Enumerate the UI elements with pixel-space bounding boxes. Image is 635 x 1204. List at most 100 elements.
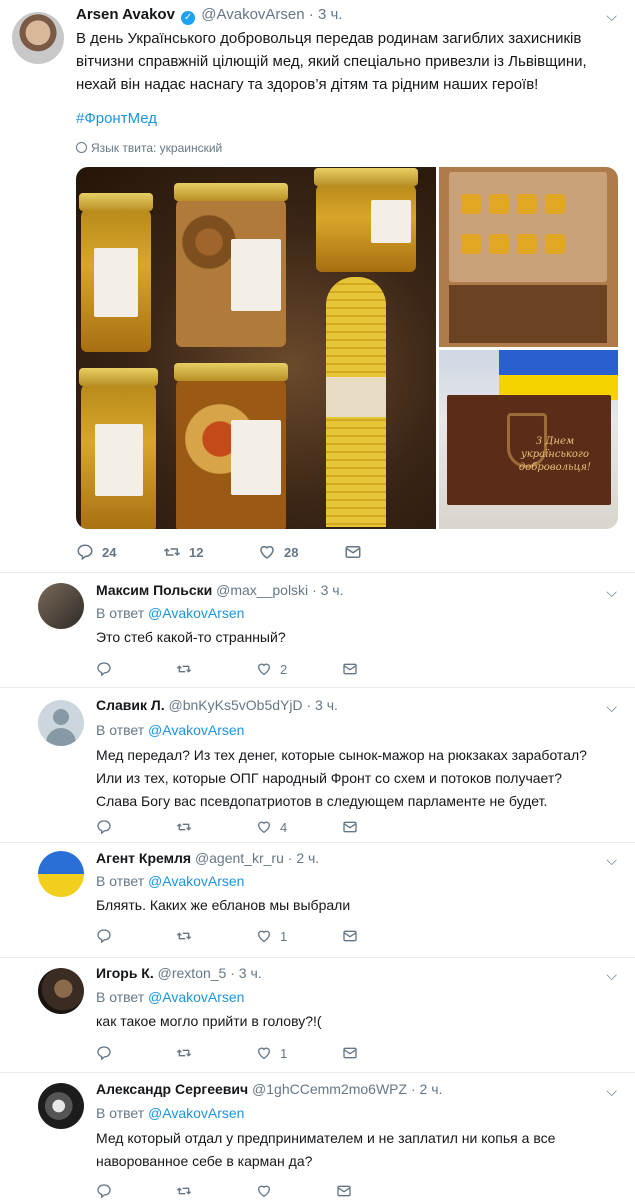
gift-box-photo[interactable]: З Днем українського добровольця! xyxy=(439,350,618,529)
reply-count: 24 xyxy=(102,544,117,560)
reply-text-line: Бляять. Каких же ебланов мы выбрали xyxy=(96,897,351,913)
retweet-icon xyxy=(176,823,192,831)
reply-author-handle[interactable]: @bnKyKs5vOb5dYjD xyxy=(169,697,303,713)
retweet-button[interactable] xyxy=(176,1045,256,1061)
replying-to: В ответ @AvakovArsen xyxy=(96,989,244,1005)
reply-button[interactable] xyxy=(96,928,176,944)
reply-time[interactable]: 3 ч. xyxy=(315,697,338,713)
reply-avatar[interactable] xyxy=(38,851,84,897)
chevron-down-icon[interactable]: ⌵ xyxy=(606,1083,617,1100)
retweet-icon xyxy=(176,1187,192,1195)
chevron-down-icon[interactable]: ⌵ xyxy=(606,584,617,601)
like-button[interactable]: 1 xyxy=(256,1045,342,1061)
like-button[interactable]: 1 xyxy=(256,928,342,944)
heart-icon xyxy=(257,1185,271,1198)
replying-to-link[interactable]: @AvakovArsen xyxy=(148,989,244,1005)
retweet-button[interactable] xyxy=(176,661,256,677)
replying-to: В ответ @AvakovArsen xyxy=(96,873,244,889)
reply-avatar[interactable] xyxy=(38,1083,84,1129)
retweet-icon xyxy=(163,547,181,557)
reply-time[interactable]: 3 ч. xyxy=(321,582,344,598)
dm-button[interactable] xyxy=(342,819,358,835)
reply-author-name[interactable]: Александр Сергеевич xyxy=(96,1081,248,1097)
tweet-text: В день Українського добровольця передав … xyxy=(76,27,621,96)
reply-time[interactable]: 2 ч. xyxy=(420,1081,443,1097)
reply-author-handle[interactable]: @rexton_5 xyxy=(158,965,227,981)
like-button[interactable]: 28 xyxy=(258,543,344,561)
retweet-icon xyxy=(176,932,192,940)
replying-to-link[interactable]: @AvakovArsen xyxy=(148,873,244,889)
envelope-icon xyxy=(343,1047,357,1059)
gift-box-text: З Днем українського добровольця! xyxy=(518,436,592,473)
reply-author-handle[interactable]: @max__polski xyxy=(216,582,308,598)
replying-to: В ответ @AvakovArsen xyxy=(96,722,244,738)
reply-actions xyxy=(96,1183,352,1199)
chevron-down-icon[interactable]: ⌵ xyxy=(606,699,617,716)
heart-icon xyxy=(257,821,271,834)
retweet-button[interactable] xyxy=(176,819,256,835)
reply-author-handle[interactable]: @agent_kr_ru xyxy=(195,850,284,866)
envelope-icon xyxy=(343,663,357,675)
dm-button[interactable] xyxy=(342,1045,358,1061)
replying-prefix: В ответ xyxy=(96,873,145,889)
like-button[interactable]: 4 xyxy=(256,819,342,835)
retweet-button[interactable] xyxy=(176,1183,256,1199)
reply-author-handle[interactable]: @1ghCCemm2mo6WPZ xyxy=(252,1081,407,1097)
reply-avatar[interactable] xyxy=(38,700,84,746)
reply-icon xyxy=(97,662,111,677)
media-grid[interactable]: З Днем українського добровольця! xyxy=(76,167,618,529)
dm-button[interactable] xyxy=(342,928,358,944)
honey-jars-photo[interactable] xyxy=(76,167,436,529)
reply-time[interactable]: 3 ч. xyxy=(239,965,262,981)
author-handle[interactable]: @AvakovArsen xyxy=(201,6,304,23)
reply-button[interactable]: 24 xyxy=(76,543,163,561)
reply-author-name[interactable]: Славик Л. xyxy=(96,697,165,713)
reply-button[interactable] xyxy=(96,661,176,677)
chevron-down-icon[interactable]: ⌵ xyxy=(606,967,617,984)
reply-button[interactable] xyxy=(96,1183,176,1199)
verified-badge-icon: ✓ xyxy=(181,11,196,25)
retweet-button[interactable]: 12 xyxy=(163,543,258,561)
like-button[interactable]: 2 xyxy=(256,661,342,677)
reply-tweet: Игорь К. @rexton_5 · 3 ч. ⌵ В ответ @Ava… xyxy=(0,957,635,1072)
reply-header: Александр Сергеевич @1ghCCemm2mo6WPZ · 2… xyxy=(96,1081,442,1097)
reply-author-name[interactable]: Игорь К. xyxy=(96,965,154,981)
reply-avatar[interactable] xyxy=(38,968,84,1014)
reply-text: Мед передал? Из тех денег, которые сынок… xyxy=(96,744,616,813)
reply-author-name[interactable]: Агент Кремля xyxy=(96,850,191,866)
like-count: 1 xyxy=(280,928,288,944)
replying-to-link[interactable]: @AvakovArsen xyxy=(148,605,244,621)
separator-dot: · xyxy=(308,6,314,23)
hashtag-link[interactable]: #ФронтМед xyxy=(76,110,157,127)
replying-prefix: В ответ xyxy=(96,605,145,621)
reply-actions: 1 xyxy=(96,928,358,944)
retweet-count: 12 xyxy=(189,544,204,560)
reply-text-line: как такое могло прийти в голову?!( xyxy=(96,1013,322,1029)
reply-author-name[interactable]: Максим Польски xyxy=(96,582,212,598)
reply-header: Максим Польски @max__polski · 3 ч. xyxy=(96,582,343,598)
dm-button[interactable] xyxy=(344,543,362,561)
separator-dot: · xyxy=(312,582,317,598)
reply-icon xyxy=(97,1046,111,1061)
reply-avatar[interactable] xyxy=(38,583,84,629)
retweet-button[interactable] xyxy=(176,928,256,944)
retweet-icon xyxy=(176,1049,192,1057)
replying-to-link[interactable]: @AvakovArsen xyxy=(148,722,244,738)
dm-button[interactable] xyxy=(342,661,358,677)
author-name[interactable]: Arsen Avakov xyxy=(76,6,175,23)
chevron-down-icon[interactable]: ⌵ xyxy=(606,852,617,869)
reply-time[interactable]: 2 ч. xyxy=(296,850,319,866)
honey-set-box-photo[interactable] xyxy=(439,167,618,347)
like-button[interactable] xyxy=(256,1183,336,1199)
reply-button[interactable] xyxy=(96,819,176,835)
replying-to-link[interactable]: @AvakovArsen xyxy=(148,1105,244,1121)
reply-text-line: наворованное себе в карман да? xyxy=(96,1153,313,1169)
dm-button[interactable] xyxy=(336,1183,352,1199)
reply-button[interactable] xyxy=(96,1045,176,1061)
chevron-down-icon[interactable]: ⌵ xyxy=(606,8,617,25)
tweet-time[interactable]: 3 ч. xyxy=(318,6,343,23)
reply-text-line: Это стеб какой-то странный? xyxy=(96,629,286,645)
author-avatar[interactable] xyxy=(12,12,64,64)
reply-icon xyxy=(97,820,111,835)
tweet-header: Arsen Avakov ✓ @AvakovArsen · 3 ч. xyxy=(76,6,342,25)
